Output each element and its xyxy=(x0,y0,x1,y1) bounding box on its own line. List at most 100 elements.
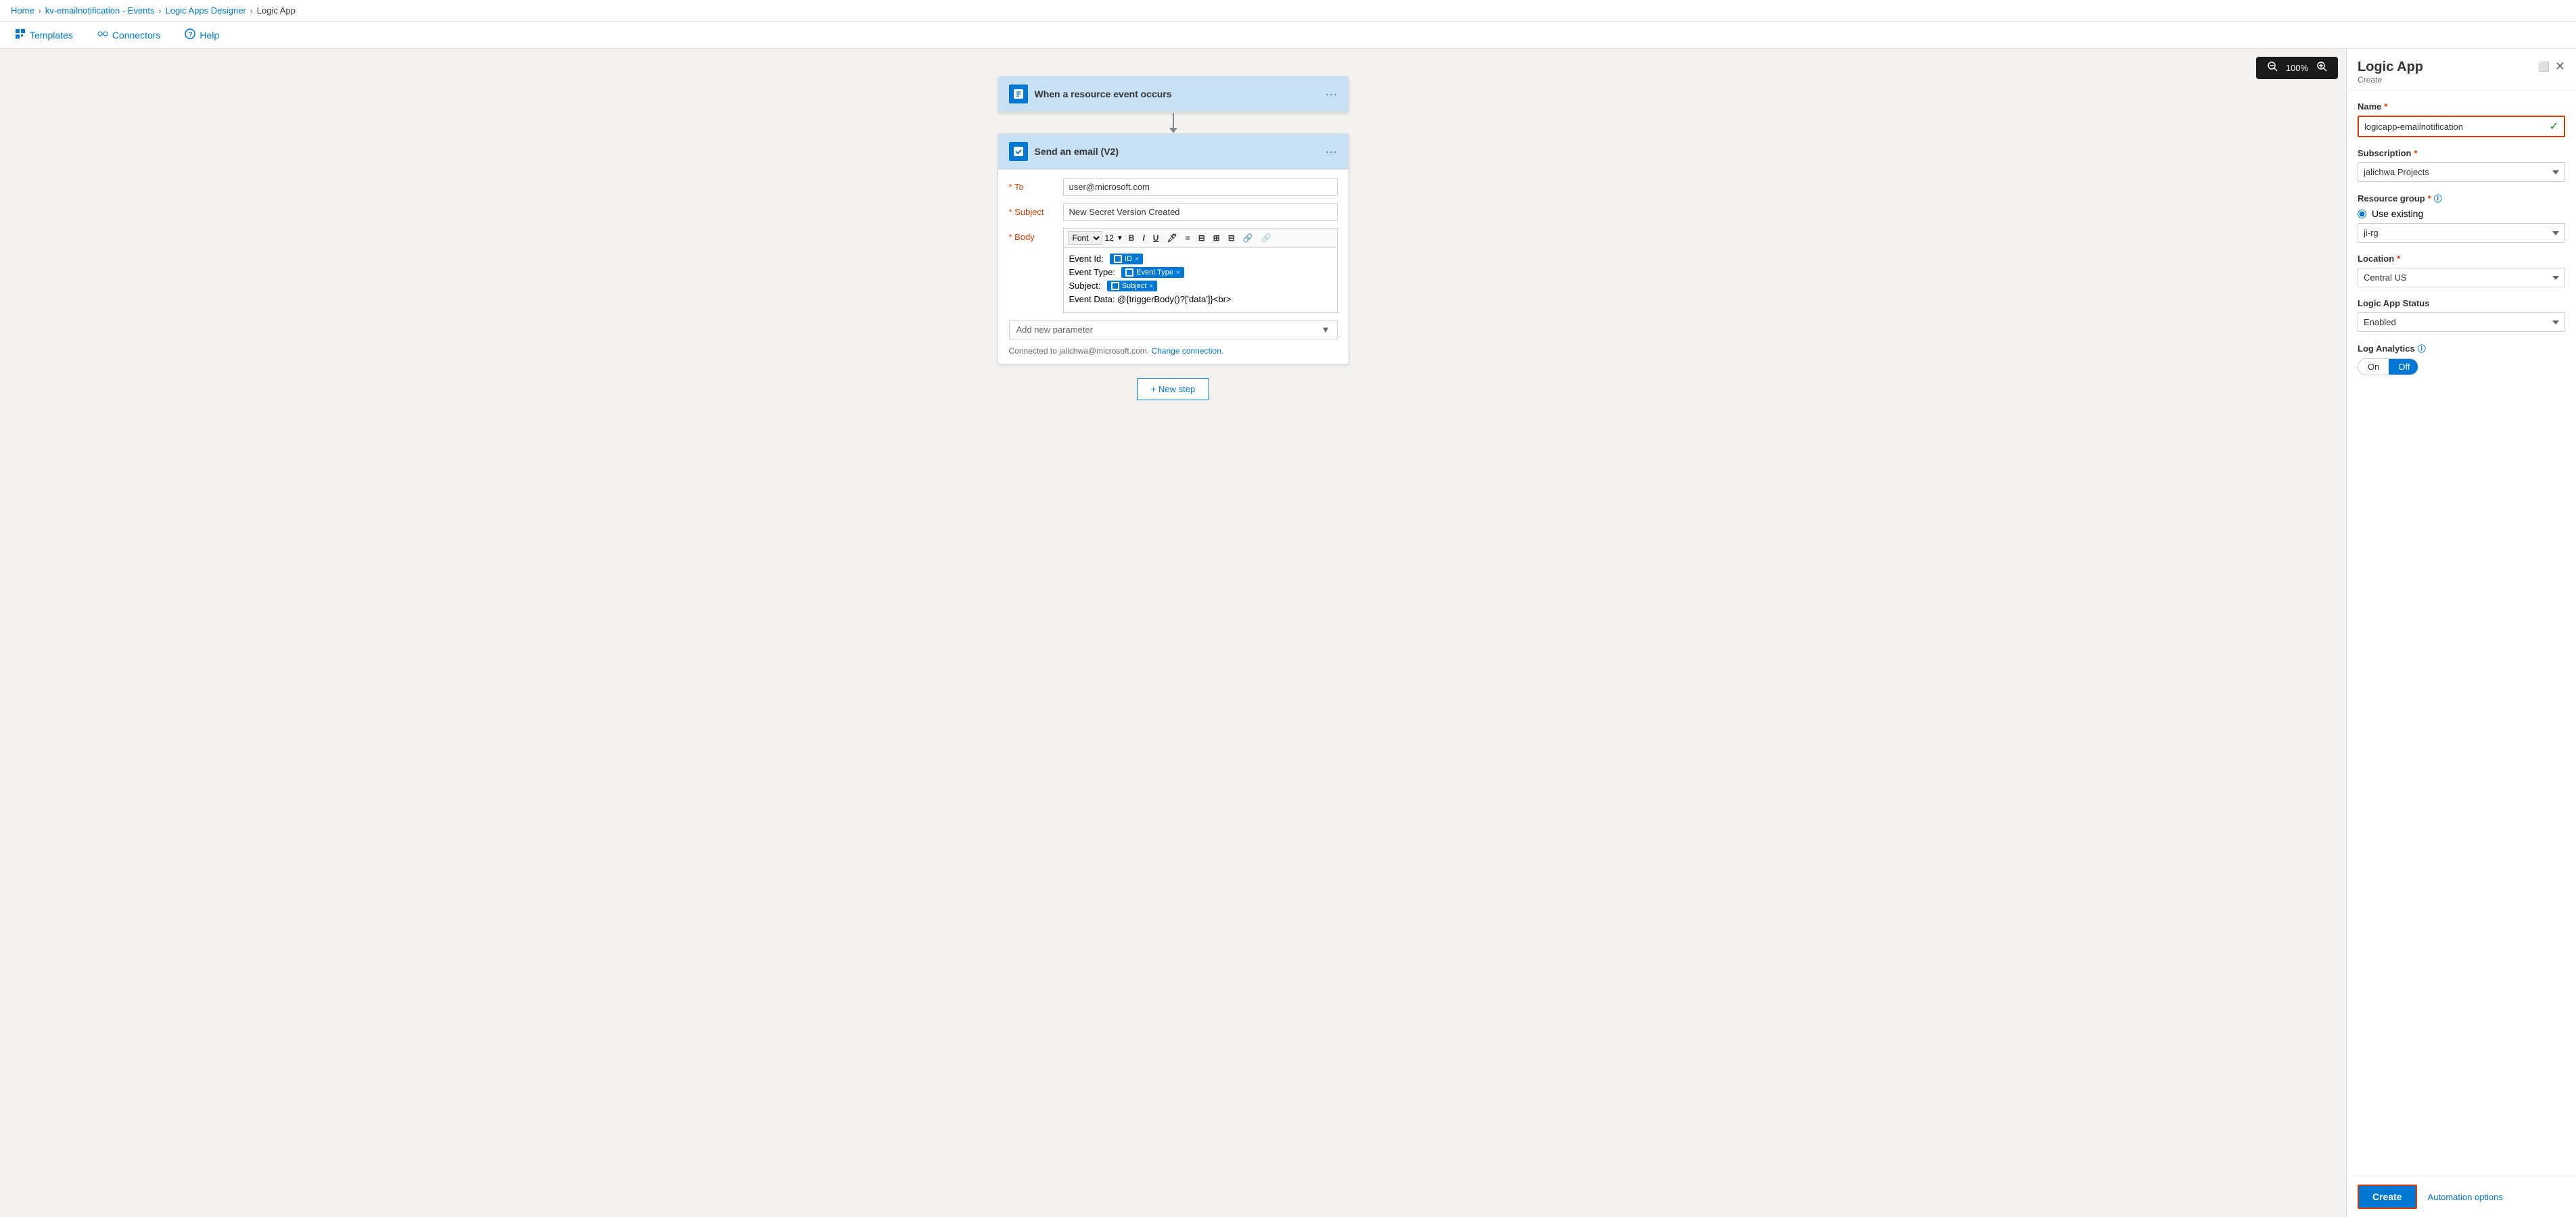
connectors-button[interactable]: Connectors xyxy=(93,26,165,44)
log-analytics-info-icon: ⓘ xyxy=(2418,343,2426,354)
panel-header-actions: ⬜ ✕ xyxy=(2535,59,2565,74)
breadcrumb-designer[interactable]: Logic Apps Designer xyxy=(166,5,246,16)
number-list-button[interactable]: ⊟ xyxy=(1196,232,1208,244)
subscription-label-text: Subscription xyxy=(2358,148,2411,158)
location-select[interactable]: Central US xyxy=(2358,268,2565,287)
font-size-display: 12 xyxy=(1105,233,1114,243)
location-required-mark: * xyxy=(2397,254,2400,264)
templates-label: Templates xyxy=(30,30,73,41)
action-card: Send an email (V2) ··· To Subject xyxy=(998,133,1349,364)
zoom-out-button[interactable] xyxy=(2264,61,2280,75)
to-input[interactable] xyxy=(1063,178,1338,196)
right-panel: Logic App Create ⬜ ✕ Name * ✓ xyxy=(2346,49,2576,1217)
to-label: To xyxy=(1009,178,1063,192)
trigger-card: When a resource event occurs ··· xyxy=(998,76,1349,113)
add-param-button[interactable]: Add new parameter ▼ xyxy=(1009,320,1338,339)
log-off-option[interactable]: Off xyxy=(2389,359,2418,375)
bold-button[interactable]: B xyxy=(1126,232,1138,244)
change-connection-link[interactable]: Change connection. xyxy=(1151,346,1223,356)
zoom-in-button[interactable] xyxy=(2314,61,2330,75)
event-id-line: Event Id: ID × xyxy=(1069,254,1332,264)
subject-tag-label: Subject xyxy=(1122,282,1147,290)
main-layout: 100% When a resource event occurs ··· xyxy=(0,49,2576,1217)
templates-icon xyxy=(15,28,26,41)
trigger-title: When a resource event occurs xyxy=(1035,89,1319,99)
connectors-icon xyxy=(97,28,108,41)
location-label-text: Location xyxy=(2358,254,2394,264)
italic-button[interactable]: I xyxy=(1140,232,1147,244)
breadcrumb: Home › kv-emailnotification - Events › L… xyxy=(0,0,2576,22)
trigger-icon xyxy=(1009,85,1028,103)
connectors-label: Connectors xyxy=(112,30,161,41)
restore-button[interactable]: ⬜ xyxy=(2535,61,2552,72)
connected-text: Connected to jalichwa@microsoft.com. xyxy=(1009,346,1150,356)
breadcrumb-home[interactable]: Home xyxy=(11,5,34,16)
use-existing-radio[interactable] xyxy=(2358,210,2366,218)
zoom-level: 100% xyxy=(2286,63,2308,73)
resource-group-label-text: Resource group xyxy=(2358,193,2425,204)
svg-text:?: ? xyxy=(189,31,193,39)
align-button[interactable]: ⊟ xyxy=(1225,232,1238,244)
name-check-icon: ✓ xyxy=(2544,117,2564,136)
unlink-button[interactable]: 🔗 xyxy=(1259,232,1274,244)
create-button[interactable]: Create xyxy=(2358,1185,2417,1209)
bullet-list-button[interactable]: ≡ xyxy=(1183,232,1193,244)
name-field-group: Name * ✓ xyxy=(2358,101,2565,137)
new-step-button[interactable]: + New step xyxy=(1137,378,1209,400)
toolbar: Templates Connectors ? Help xyxy=(0,22,2576,49)
body-label: Body xyxy=(1009,228,1063,242)
connector-arrow xyxy=(1169,113,1177,133)
underline-button[interactable]: U xyxy=(1150,232,1162,244)
log-analytics-toggle: On Off xyxy=(2358,358,2418,375)
rg-select[interactable]: ji-rg xyxy=(2358,223,2565,243)
trigger-more-button[interactable]: ··· xyxy=(1326,87,1338,101)
name-input[interactable] xyxy=(2359,118,2544,136)
body-row: Body Font 12 ▼ B I U 🖊 xyxy=(1009,228,1338,313)
subscription-required-mark: * xyxy=(2414,148,2417,158)
event-type-tag-icon xyxy=(1125,268,1133,277)
log-on-option[interactable]: On xyxy=(2358,359,2389,375)
help-button[interactable]: ? Help xyxy=(181,26,223,44)
status-field-group: Logic App Status Enabled xyxy=(2358,298,2565,332)
subject-tag-icon xyxy=(1111,282,1119,290)
action-more-button[interactable]: ··· xyxy=(1326,145,1338,159)
action-body: To Subject Body Font xyxy=(998,170,1349,364)
font-select[interactable]: Font xyxy=(1068,231,1102,245)
chevron-down-icon: ▼ xyxy=(1117,235,1123,242)
rg-info-icon: ⓘ xyxy=(2434,193,2442,204)
automation-options-link[interactable]: Automation options xyxy=(2428,1192,2503,1202)
workflow: When a resource event occurs ··· Send an… xyxy=(0,49,2346,427)
indent-button[interactable]: ⊞ xyxy=(1211,232,1223,244)
subject-tag-remove[interactable]: × xyxy=(1149,283,1153,290)
status-field-label: Logic App Status xyxy=(2358,298,2565,308)
id-tag-remove[interactable]: × xyxy=(1135,256,1139,263)
subscription-select[interactable]: jalichwa Projects xyxy=(2358,162,2565,182)
editor-content[interactable]: Event Id: ID × xyxy=(1063,247,1338,313)
rg-required-mark: * xyxy=(2428,193,2431,204)
event-type-line: Event Type: Event Type × xyxy=(1069,267,1332,278)
subject-row: Subject xyxy=(1009,203,1338,221)
status-select[interactable]: Enabled xyxy=(2358,312,2565,332)
breadcrumb-events[interactable]: kv-emailnotification - Events xyxy=(45,5,155,16)
event-type-tag-remove[interactable]: × xyxy=(1176,269,1180,277)
help-icon: ? xyxy=(185,28,195,41)
link-button[interactable]: 🔗 xyxy=(1240,232,1256,244)
panel-body: Name * ✓ Subscription * jalichwa Project… xyxy=(2347,91,2576,1176)
subject-line: Subject: Subject × xyxy=(1069,281,1332,291)
color-button[interactable]: 🖊 xyxy=(1164,232,1179,244)
subject-input[interactable] xyxy=(1063,203,1338,221)
log-analytics-label: Log Analytics ⓘ xyxy=(2358,343,2565,354)
id-tag-label: ID xyxy=(1125,255,1132,263)
location-field-group: Location * Central US xyxy=(2358,254,2565,287)
use-existing-label: Use existing xyxy=(2372,208,2423,219)
zoom-controls: 100% xyxy=(2256,57,2338,79)
panel-title: Logic App xyxy=(2358,59,2423,75)
event-type-tag: Event Type × xyxy=(1121,267,1184,278)
close-button[interactable]: ✕ xyxy=(2555,59,2565,74)
templates-button[interactable]: Templates xyxy=(11,26,77,44)
tag-icon xyxy=(1114,255,1122,263)
subscription-field-label: Subscription * xyxy=(2358,148,2565,158)
action-icon xyxy=(1009,142,1028,161)
help-label: Help xyxy=(200,30,219,41)
subscription-field-group: Subscription * jalichwa Projects xyxy=(2358,148,2565,182)
